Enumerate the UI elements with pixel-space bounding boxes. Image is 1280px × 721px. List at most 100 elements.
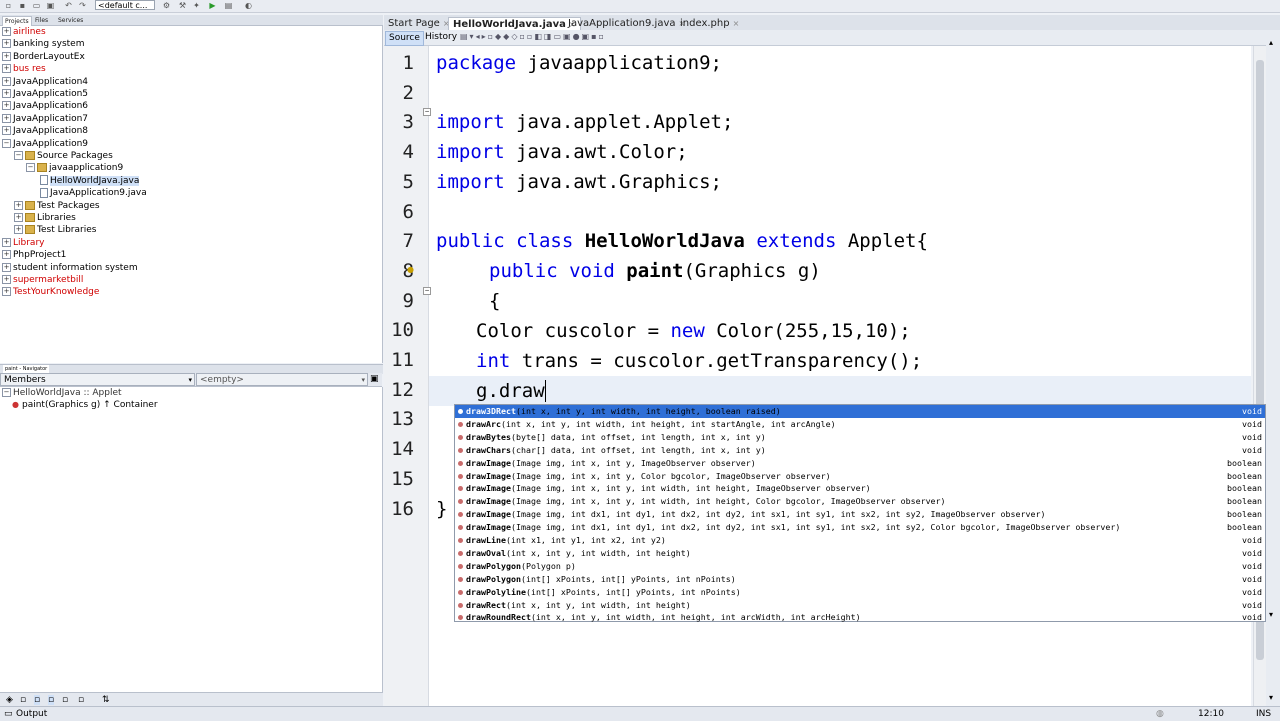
completion-item[interactable]: drawRect(int x, int y, int width, int he… xyxy=(455,599,1265,612)
collapse-icon[interactable]: − xyxy=(2,388,11,397)
expand-icon[interactable]: + xyxy=(2,275,11,284)
empty-select[interactable]: <empty> ▾ xyxy=(196,373,368,386)
sort-icon[interactable]: ⇅ xyxy=(102,695,110,705)
tree-item[interactable]: + Test Libraries xyxy=(14,224,96,236)
expand-icon[interactable]: + xyxy=(2,64,11,74)
code-line-12[interactable]: g.draw​ xyxy=(476,380,546,402)
tree-item[interactable]: − Source Packages xyxy=(14,150,113,162)
filter-icon[interactable]: ◈ xyxy=(6,695,13,705)
tree-item[interactable]: + airlines xyxy=(2,26,46,38)
new-project-icon[interactable]: ▪ xyxy=(18,1,27,10)
collapse-icon[interactable]: − xyxy=(2,138,11,148)
tree-item[interactable]: HelloWorldJava.java xyxy=(38,175,140,187)
run-icon[interactable]: ▶ xyxy=(208,1,217,10)
completion-item[interactable]: drawImage(Image img, int x, int y, Image… xyxy=(455,457,1265,470)
code-line-7[interactable]: public class HelloWorldJava extends Appl… xyxy=(436,230,928,252)
tree-item[interactable]: + BorderLayoutEx xyxy=(2,51,85,63)
completion-item[interactable]: drawImage(Image img, int x, int y, int w… xyxy=(455,495,1265,508)
expand-icon[interactable]: + xyxy=(2,287,11,297)
navigator-method-row[interactable]: ● paint(Graphics g) ↑ Container xyxy=(12,399,158,411)
tree-item[interactable]: − javaapplication9 xyxy=(26,162,123,174)
members-select[interactable]: Members ▾ xyxy=(0,373,195,386)
tab-helloworldjava[interactable]: HelloWorldJava.java × xyxy=(448,17,581,31)
tab-files[interactable]: Files xyxy=(33,16,50,25)
completion-item[interactable]: drawImage(Image img, int x, int y, int w… xyxy=(455,482,1265,495)
redo-icon[interactable]: ↷ xyxy=(78,1,87,10)
configuration-select[interactable]: <default c... xyxy=(95,0,155,10)
expand-icon[interactable]: + xyxy=(2,51,11,61)
chevron-up-icon[interactable]: ▴ xyxy=(1269,38,1273,47)
filter-icon[interactable]: ▫ xyxy=(62,695,68,705)
collapse-icon[interactable]: − xyxy=(14,151,23,160)
output-icon[interactable]: ▭ xyxy=(4,707,13,721)
expand-icon[interactable]: + xyxy=(2,250,11,260)
expand-icon[interactable]: + xyxy=(2,126,11,136)
notification-icon[interactable]: ◍ xyxy=(1156,707,1164,721)
output-tab[interactable]: Output xyxy=(16,707,47,721)
fold-icon[interactable]: − xyxy=(423,108,431,116)
tab-javaapplication9[interactable]: JavaApplication9.java × xyxy=(564,17,689,30)
tree-item[interactable]: + student information system xyxy=(2,262,138,274)
tree-item[interactable]: + banking system xyxy=(2,38,84,50)
completion-item[interactable]: drawPolyline(int[] xPoints, int[] yPoint… xyxy=(455,586,1265,599)
expand-icon[interactable]: + xyxy=(2,76,11,86)
tree-item[interactable]: + supermarketbill xyxy=(2,274,83,286)
expand-icon[interactable]: + xyxy=(2,27,11,36)
expand-icon[interactable]: + xyxy=(2,237,11,247)
tree-item[interactable]: + JavaApplication4 xyxy=(2,76,88,88)
tree-item[interactable]: + PhpProject1 xyxy=(2,249,66,261)
tree-item[interactable]: + TestYourKnowledge xyxy=(2,286,99,298)
filter-icon[interactable]: ▫ xyxy=(34,695,41,705)
code-line-5[interactable]: import java.awt.Graphics; xyxy=(436,171,722,193)
tree-item[interactable]: + JavaApplication7 xyxy=(2,113,88,125)
code-line-3[interactable]: import java.applet.Applet; xyxy=(436,111,733,133)
chevron-down-icon[interactable]: ▾ xyxy=(1269,693,1273,702)
code-line-16[interactable]: } xyxy=(436,498,447,520)
filter-icon[interactable]: ▫ xyxy=(20,695,26,705)
collapse-icon[interactable]: − xyxy=(26,163,35,173)
new-file-icon[interactable]: ▫ xyxy=(4,1,13,10)
tree-item[interactable]: − JavaApplication9 xyxy=(2,138,88,150)
tree-item[interactable]: + JavaApplication6 xyxy=(2,100,88,112)
tree-item[interactable]: + JavaApplication5 xyxy=(2,88,88,100)
expand-icon[interactable]: + xyxy=(2,101,11,111)
completion-item[interactable]: drawOval(int x, int y, int width, int he… xyxy=(455,547,1265,560)
code-line-1[interactable]: package javaapplication9; xyxy=(436,52,722,74)
code-line-8[interactable]: public void paint(Graphics g) xyxy=(489,260,821,282)
navigator-class-row[interactable]: − HelloWorldJava :: Applet xyxy=(2,387,122,399)
completion-item[interactable]: drawChars(char[] data, int offset, int l… xyxy=(455,444,1265,457)
expand-icon[interactable]: + xyxy=(2,39,11,49)
tree-item[interactable]: + Libraries xyxy=(14,212,76,224)
source-button[interactable]: Source xyxy=(385,31,424,46)
tree-item[interactable]: JavaApplication9.java xyxy=(38,187,147,199)
completion-item[interactable]: drawArc(int x, int y, int width, int hei… xyxy=(455,418,1265,431)
code-line-11[interactable]: int trans = cuscolor.getTransparency(); xyxy=(476,350,922,372)
navigator-options-icon[interactable]: ▣ xyxy=(370,374,379,384)
build-icon[interactable]: ⚒ xyxy=(178,1,187,10)
completion-item[interactable]: drawPolygon(Polygon p) void xyxy=(455,560,1265,573)
clean-build-icon[interactable]: ✦ xyxy=(192,1,201,10)
close-icon[interactable]: × xyxy=(733,19,740,28)
tab-start-page[interactable]: Start Page × xyxy=(384,17,454,30)
chevron-down-icon[interactable]: ▾ xyxy=(1269,610,1273,619)
profile-icon[interactable]: ◐ xyxy=(244,1,253,10)
tree-item[interactable]: + bus res xyxy=(2,63,46,75)
expand-icon[interactable]: + xyxy=(2,113,11,123)
expand-icon[interactable]: + xyxy=(14,213,23,222)
completion-item[interactable]: drawImage(Image img, int dx1, int dy1, i… xyxy=(455,521,1265,534)
tree-item[interactable]: + Test Packages xyxy=(14,200,100,212)
tab-index-php[interactable]: index.php × xyxy=(676,17,743,30)
expand-icon[interactable]: + xyxy=(2,262,11,272)
completion-item[interactable]: drawLine(int x1, int y1, int x2, int y2)… xyxy=(455,534,1265,547)
tree-item[interactable]: + Library xyxy=(2,237,44,249)
completion-item[interactable]: draw3DRect(int x, int y, int width, int … xyxy=(455,405,1265,418)
fold-icon[interactable]: − xyxy=(423,287,431,295)
completion-item[interactable]: drawImage(Image img, int x, int y, Color… xyxy=(455,470,1265,483)
history-button[interactable]: History xyxy=(422,31,460,44)
editor-action-icons[interactable]: ▤▾◂▸▫◆◆◇▫▫◧◨▭▣●▣▪▫ xyxy=(460,32,606,41)
sort-icon[interactable]: ▫ xyxy=(78,695,84,705)
completion-item[interactable]: drawBytes(byte[] data, int offset, int l… xyxy=(455,431,1265,444)
code-line-10[interactable]: Color cuscolor = new Color(255,15,10); xyxy=(476,320,911,342)
expand-icon[interactable]: + xyxy=(2,89,11,98)
expand-icon[interactable]: + xyxy=(14,200,23,210)
